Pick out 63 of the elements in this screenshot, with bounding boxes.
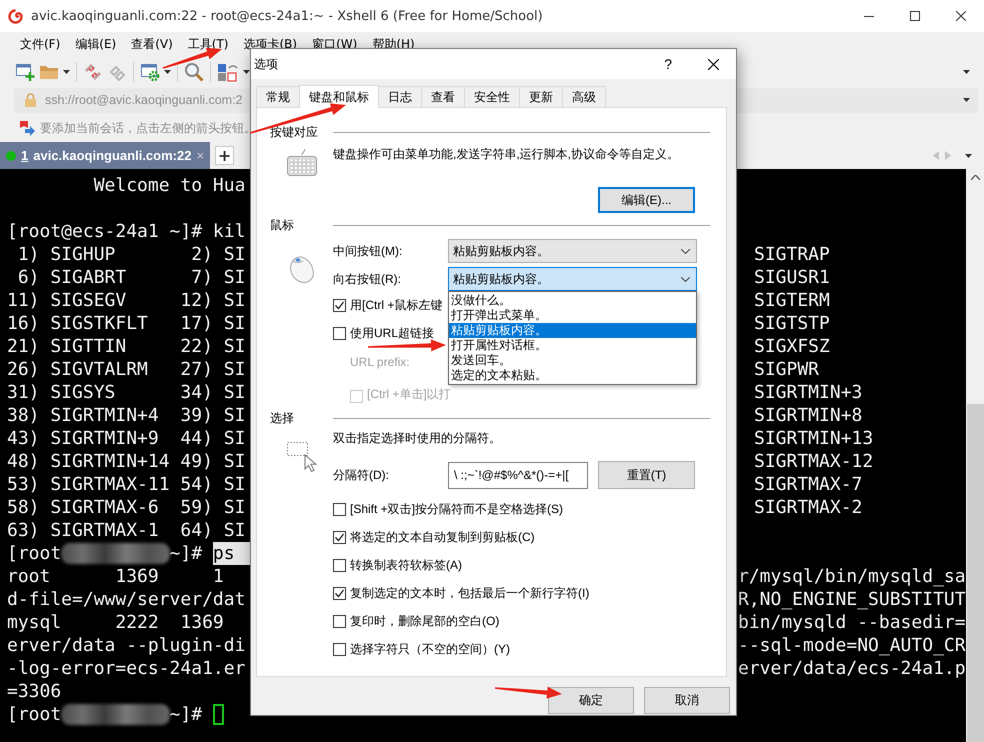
terminal-text: 11) SIGSEGV 12) SI	[7, 289, 246, 312]
terminal-text: SIGTSTP	[754, 313, 830, 334]
terminal-text: SIGXFSZ	[754, 336, 830, 357]
terminal-text: SIGRTMAX-7	[754, 474, 862, 495]
description-text: 键盘操作可由菜单功能,发送字符串,运行脚本,协议命令等自定义。	[333, 146, 680, 163]
terminal-text: ~]#	[170, 542, 202, 565]
terminal-text: SIGUSR1	[754, 267, 830, 288]
dialog-title: 选项	[254, 56, 279, 72]
terminal-text: d-file=/www/server/dat	[7, 588, 246, 611]
window-title: avic.kaoqinguanli.com:22 - root@ecs-24a1:~ - Xshell 6 (Free for Home/School)	[31, 8, 544, 24]
terminal-text: SIGRTMAX-12	[754, 451, 874, 472]
checkbox-label: 将选定的文本自动复制到剪贴板(C)	[350, 528, 535, 546]
terminal-text: erver/data/ecs-24a1.p	[738, 658, 966, 679]
checkbox-label: [Ctrl +单击]以打	[367, 386, 451, 403]
field-label: URL prefix:	[350, 354, 410, 368]
terminal-text: SIGTERM	[754, 290, 830, 311]
terminal-text: --sql-mode=NO_AUTO_CR	[738, 635, 966, 656]
terminal-text: SIGRTMIN+13	[754, 428, 874, 449]
terminal-text: =3306	[7, 680, 62, 703]
terminal-text: root 1369 1	[7, 565, 224, 588]
terminal-text: SIGRTMIN+8	[754, 405, 862, 426]
field-label: 中间按钮(M):	[333, 242, 404, 260]
terminal-text: 1) SIGHUP 2) SI	[16, 243, 246, 266]
terminal-text: SIGTRAP	[754, 244, 830, 265]
hint-text: 要添加当前会话，点击左侧的箭头按钮。	[40, 120, 256, 136]
terminal-text: 6) SIGABRT 7) SI	[16, 266, 246, 289]
terminal-text: 21) SIGTTIN 22) SI	[7, 335, 246, 358]
checkbox-label: 转换制表符软标签(A)	[350, 556, 462, 574]
terminal-text: -log-error=ecs-24a1.er	[7, 657, 246, 680]
checkbox-label: 使用URL超链接	[350, 324, 434, 342]
terminal-text: 38) SIGRTMIN+4 39) SI	[7, 404, 246, 427]
terminal-text: 63) SIGRTMAX-1 64) SI	[7, 519, 246, 542]
group-heading: 选择	[270, 410, 295, 426]
terminal-text: mysql 2222 1369	[7, 611, 224, 634]
terminal-text: [root	[7, 703, 62, 726]
checkbox-label: 复制选定的文本时，包括最后一个新行字符(I)	[350, 584, 590, 602]
terminal-text: 48) SIGRTMIN+14 49) SI	[7, 450, 246, 473]
group-heading: 鼠标	[270, 216, 295, 234]
checkbox-label: 选择字符只（不空的空间）(Y)	[350, 640, 510, 658]
checkbox-label: 复印时，删除尾部的空白(O)	[350, 612, 500, 630]
terminal-text: Welcome to Hua	[92, 174, 246, 197]
terminal-text: r/mysql/bin/mysqld_sa	[738, 566, 966, 587]
terminal-text: 16) SIGSTKFLT 17) SI	[7, 312, 246, 335]
checkbox-label: 用[Ctrl +鼠标左键	[350, 296, 442, 314]
terminal-text: 26) SIGVTALRM 27) SI	[7, 358, 246, 381]
terminal-text: R,NO_ENGINE_SUBSTITUT	[738, 589, 966, 610]
terminal-text: 53) SIGRTMAX-11 54) SI	[7, 473, 246, 496]
terminal-text: ~]#	[170, 703, 202, 726]
terminal-text: SIGRTMAX-2	[754, 497, 862, 518]
terminal-text: 31) SIGSYS 34) SI	[7, 381, 246, 404]
terminal-text: erver/data --plugin-di	[7, 634, 246, 657]
terminal-text: 43) SIGRTMIN+9 44) SI	[7, 427, 246, 450]
field-label: 向右按钮(R):	[333, 270, 402, 288]
description-text: 双击指定选择时使用的分隔符。	[333, 430, 502, 447]
checkbox-label: [Shift +双击]按分隔符而不是空格选择(S)	[350, 500, 564, 518]
terminal-text: 58) SIGRTMAX-6 59) SI	[7, 496, 246, 519]
terminal-text: SIGRTMIN+3	[754, 382, 862, 403]
field-label: 分隔符(D):	[333, 466, 390, 484]
terminal-text: [root@ecs-24a1 ~]# kil	[7, 220, 246, 243]
terminal-text: [root	[7, 542, 62, 565]
group-heading: 按键对应	[270, 124, 319, 140]
terminal-text: bin/mysqld --basedir=	[738, 612, 966, 633]
terminal-text: SIGPWR	[754, 359, 820, 380]
